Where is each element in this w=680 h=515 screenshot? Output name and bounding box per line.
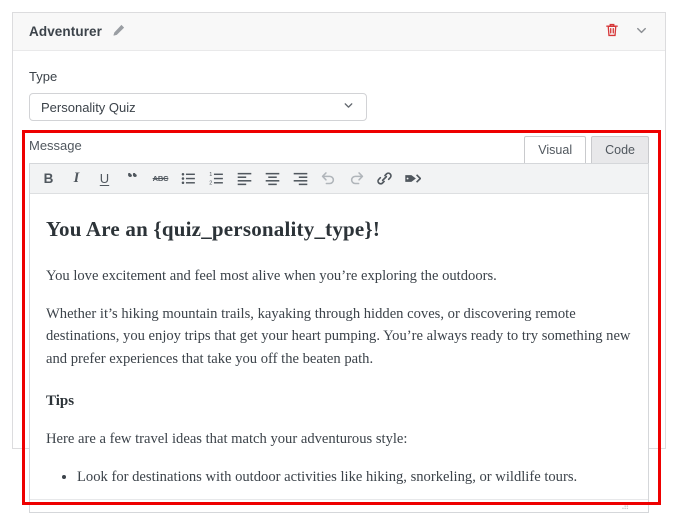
content-paragraph: Whether it’s hiking mountain trails, kay… [46, 303, 632, 371]
tag-button[interactable] [399, 167, 426, 191]
align-left-button[interactable] [231, 167, 258, 191]
collapse-button[interactable] [634, 23, 649, 41]
editor-content[interactable]: You Are an {quiz_personality_type}! You … [30, 194, 648, 499]
message-field-header: Message VisualCode [29, 136, 649, 163]
numbered-list-button[interactable]: 12 [203, 167, 230, 191]
content-heading: You Are an {quiz_personality_type}! [46, 213, 632, 246]
blockquote-icon: “ [127, 173, 138, 185]
panel-header-actions [604, 22, 649, 41]
align-right-icon [292, 170, 309, 187]
rich-text-editor: BIU“ABC12 You Are an {quiz_personality_t… [29, 163, 649, 513]
bold-icon: B [44, 171, 54, 186]
tips-heading: Tips [46, 390, 632, 413]
link-button[interactable] [371, 167, 398, 191]
message-field: Message VisualCode BIU“ABC12 You Are an … [29, 136, 649, 513]
strikethrough-icon: ABC [153, 174, 169, 183]
strikethrough-button[interactable]: ABC [147, 167, 174, 191]
chevron-down-icon [634, 23, 649, 41]
type-label: Type [29, 69, 649, 84]
align-center-icon [264, 170, 281, 187]
adventurer-panel: Adventurer [12, 12, 666, 449]
tag-icon [404, 170, 421, 187]
underline-icon: U [100, 171, 109, 186]
edit-title-button[interactable] [111, 23, 126, 41]
content-bullet-item: Look for destinations with outdoor activ… [77, 466, 632, 489]
blockquote-button[interactable]: “ [119, 167, 146, 191]
numbered-list-icon: 12 [208, 170, 225, 187]
message-label: Message [29, 136, 82, 153]
undo-button[interactable] [315, 167, 342, 191]
undo-icon [320, 170, 337, 187]
content-bullet-list: Look for destinations with outdoor activ… [46, 466, 632, 489]
bullet-list-button[interactable] [175, 167, 202, 191]
panel-body: Type Personality Quiz Message VisualCode… [13, 51, 665, 513]
svg-text:1: 1 [209, 172, 212, 178]
select-chevron-icon [342, 99, 355, 115]
italic-icon: I [74, 170, 80, 187]
tips-intro: Here are a few travel ideas that match y… [46, 428, 632, 451]
panel-title: Adventurer [29, 24, 102, 39]
svg-text:2: 2 [209, 180, 212, 186]
italic-button[interactable]: I [63, 167, 90, 191]
align-right-button[interactable] [287, 167, 314, 191]
align-left-icon [236, 170, 253, 187]
type-select[interactable]: Personality Quiz [29, 93, 367, 121]
pencil-icon [111, 23, 126, 41]
resize-handle-icon[interactable] [618, 497, 629, 515]
redo-button[interactable] [343, 167, 370, 191]
content-paragraphs: You love excitement and feel most alive … [46, 265, 632, 371]
content-paragraph: You love excitement and feel most alive … [46, 265, 632, 288]
align-center-button[interactable] [259, 167, 286, 191]
editor-toolbar: BIU“ABC12 [30, 164, 648, 194]
bullet-list-icon [180, 170, 197, 187]
editor-tabs: VisualCode [524, 136, 649, 163]
redo-icon [348, 170, 365, 187]
trash-icon [604, 22, 620, 41]
panel-header: Adventurer [13, 13, 665, 51]
bold-button[interactable]: B [35, 167, 62, 191]
tab-code[interactable]: Code [591, 136, 649, 163]
link-icon [376, 170, 393, 187]
tab-visual[interactable]: Visual [524, 136, 586, 163]
editor-statusbar [30, 499, 648, 512]
type-select-value: Personality Quiz [41, 100, 136, 115]
panel-title-group: Adventurer [29, 23, 126, 41]
delete-button[interactable] [604, 22, 620, 41]
underline-button[interactable]: U [91, 167, 118, 191]
